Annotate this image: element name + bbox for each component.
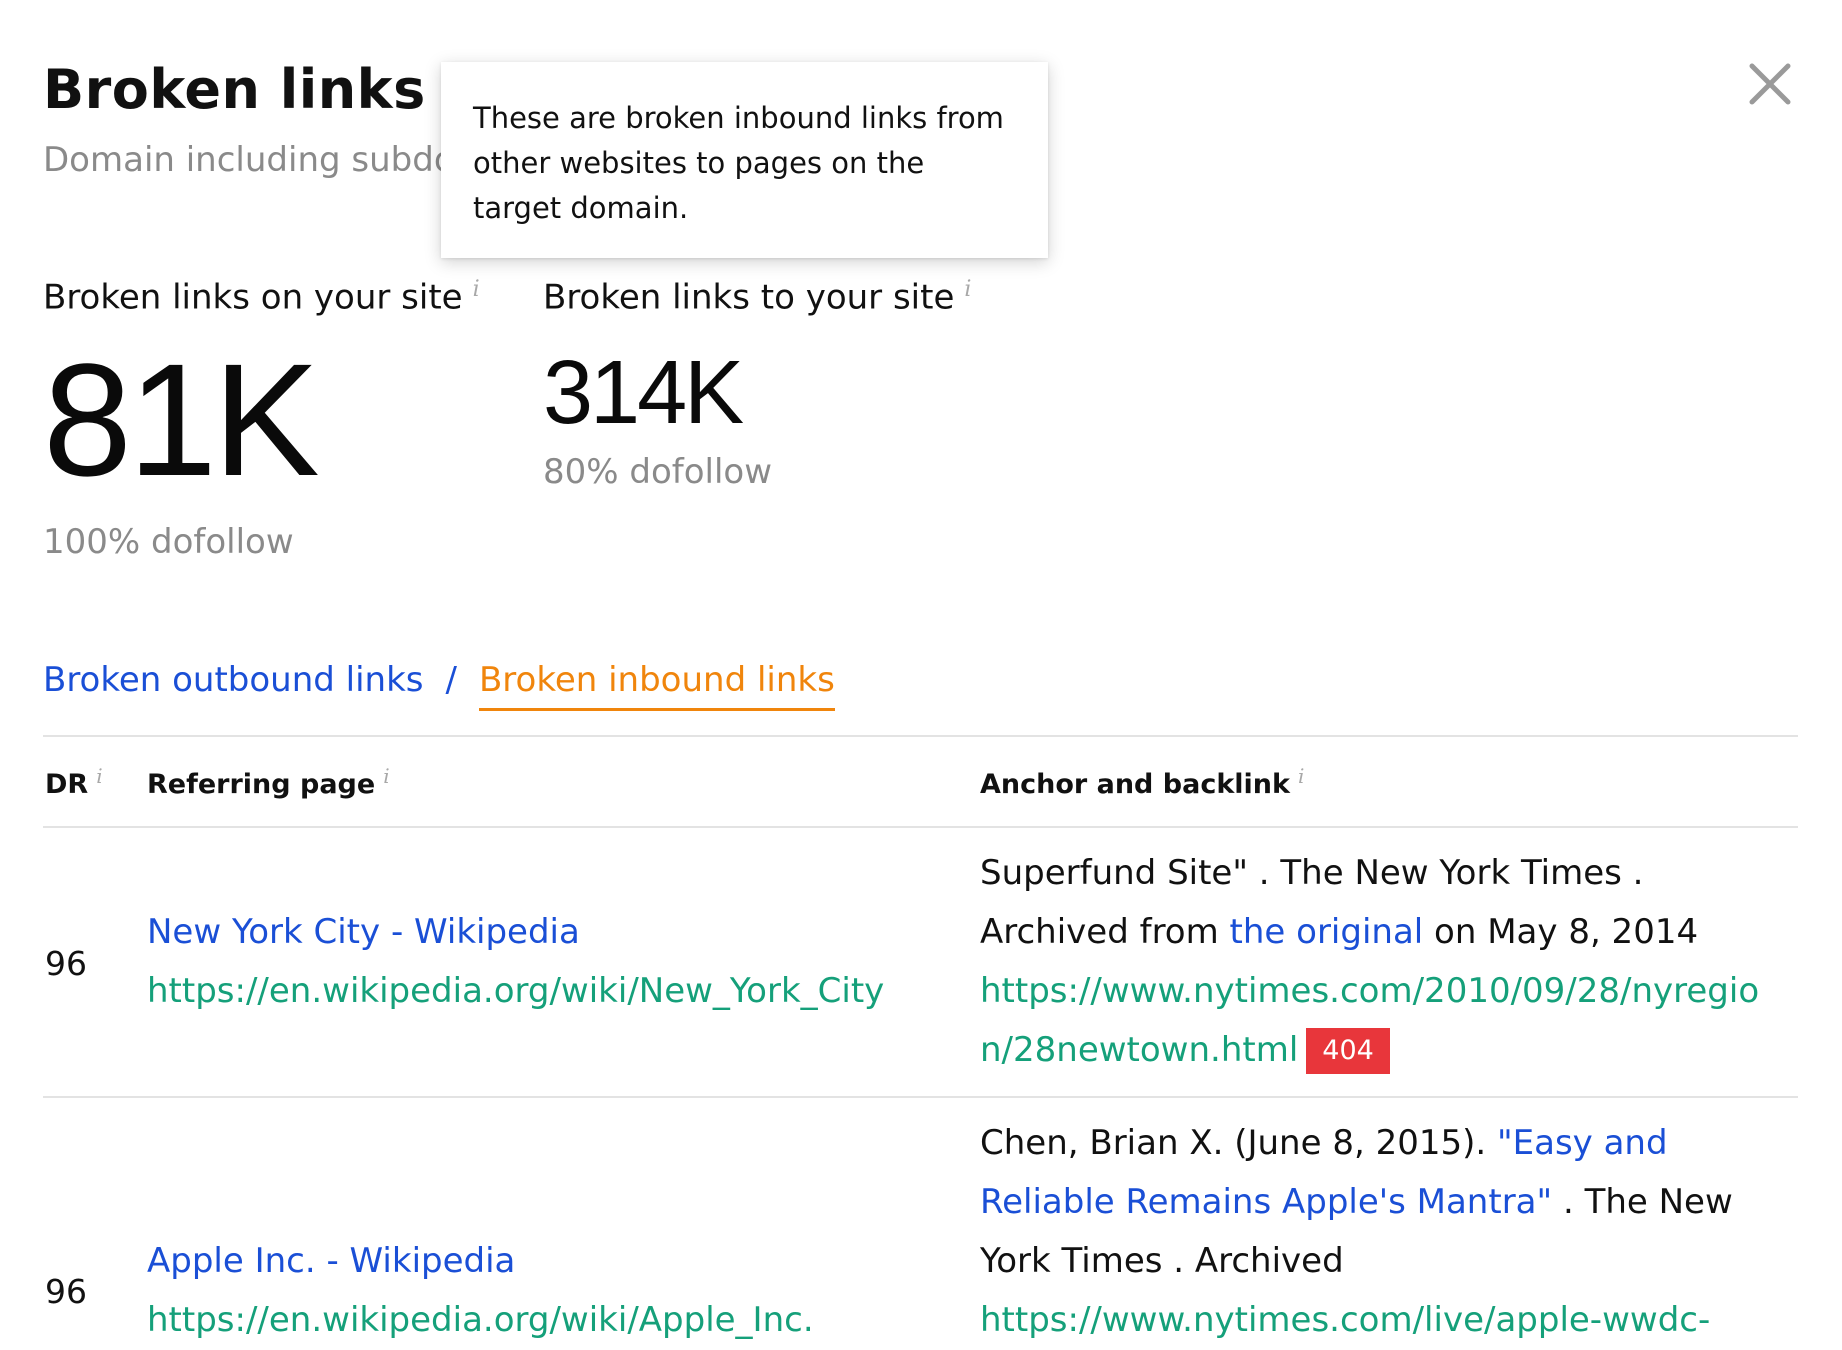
stat-label-on-site: Broken links on your site i [43, 277, 480, 317]
column-header-referring-page[interactable]: Referring page i [147, 764, 390, 800]
column-header-anchor-backlink[interactable]: Anchor and backlink i [980, 764, 1304, 800]
info-icon[interactable]: i [473, 277, 480, 302]
dr-value: 96 [45, 1272, 87, 1311]
stat-label-text: Broken links on your site [43, 277, 463, 318]
row-divider [43, 1096, 1798, 1098]
link-type-tabs: Broken outbound links / Broken inbound l… [43, 660, 835, 711]
backlink-url-link[interactable]: https://www.nytimes.com/live/apple-wwdc- [980, 1300, 1710, 1340]
broken-links-modal: Broken links fo Domain including subdo T… [0, 0, 1842, 1344]
modal-subtitle: Domain including subdo [43, 140, 455, 180]
referring-page-cell: New York City - Wikipedia https://en.wik… [147, 903, 947, 1021]
info-tooltip: These are broken inbound links from othe… [441, 62, 1048, 258]
stat-label-text: Broken links to your site [543, 277, 955, 318]
column-header-dr[interactable]: DR i [45, 764, 103, 800]
anchor-text: on May 8, 2014 [1423, 912, 1699, 952]
stat-sub-to-site: 80% dofollow [543, 452, 773, 492]
stat-value-to-site: 314K [543, 343, 744, 443]
header-divider [43, 826, 1798, 828]
anchor-backlink-cell: Chen, Brian X. (June 8, 2015). "Easy and… [980, 1114, 1740, 1350]
anchor-backlink-cell: Superfund Site" . The New York Times . A… [980, 844, 1780, 1080]
column-header-label: DR [45, 769, 89, 800]
stat-sub-on-site: 100% dofollow [43, 522, 294, 562]
info-icon[interactable]: i [96, 764, 102, 788]
column-header-label: Referring page [147, 769, 376, 800]
stat-value-on-site: 81K [43, 330, 320, 509]
modal-title: Broken links fo [43, 58, 507, 121]
info-icon[interactable]: i [383, 764, 389, 788]
stat-label-to-site: Broken links to your site i [543, 277, 971, 317]
tab-broken-inbound[interactable]: Broken inbound links [478, 660, 835, 711]
anchor-link[interactable]: the original [1230, 912, 1424, 952]
dr-value: 96 [45, 944, 87, 983]
info-icon[interactable]: i [964, 277, 971, 302]
column-header-label: Anchor and backlink [980, 769, 1290, 800]
tab-separator: / [445, 660, 457, 700]
info-icon[interactable]: i [1298, 764, 1304, 788]
close-button[interactable] [1742, 56, 1798, 112]
referring-page-title-link[interactable]: New York City - Wikipedia [147, 903, 947, 962]
anchor-text: Chen, Brian X. (June 8, 2015). [980, 1123, 1497, 1163]
table-top-divider [43, 735, 1798, 737]
tab-broken-outbound[interactable]: Broken outbound links [43, 660, 424, 700]
status-badge: 404 [1306, 1028, 1390, 1074]
close-icon [1749, 63, 1791, 105]
referring-page-url-link[interactable]: https://en.wikipedia.org/wiki/New_York_C… [147, 962, 947, 1021]
referring-page-title-link[interactable]: Apple Inc. - Wikipedia [147, 1232, 947, 1291]
referring-page-url-link[interactable]: https://en.wikipedia.org/wiki/Apple_Inc. [147, 1291, 947, 1350]
referring-page-cell: Apple Inc. - Wikipedia https://en.wikipe… [147, 1232, 947, 1350]
